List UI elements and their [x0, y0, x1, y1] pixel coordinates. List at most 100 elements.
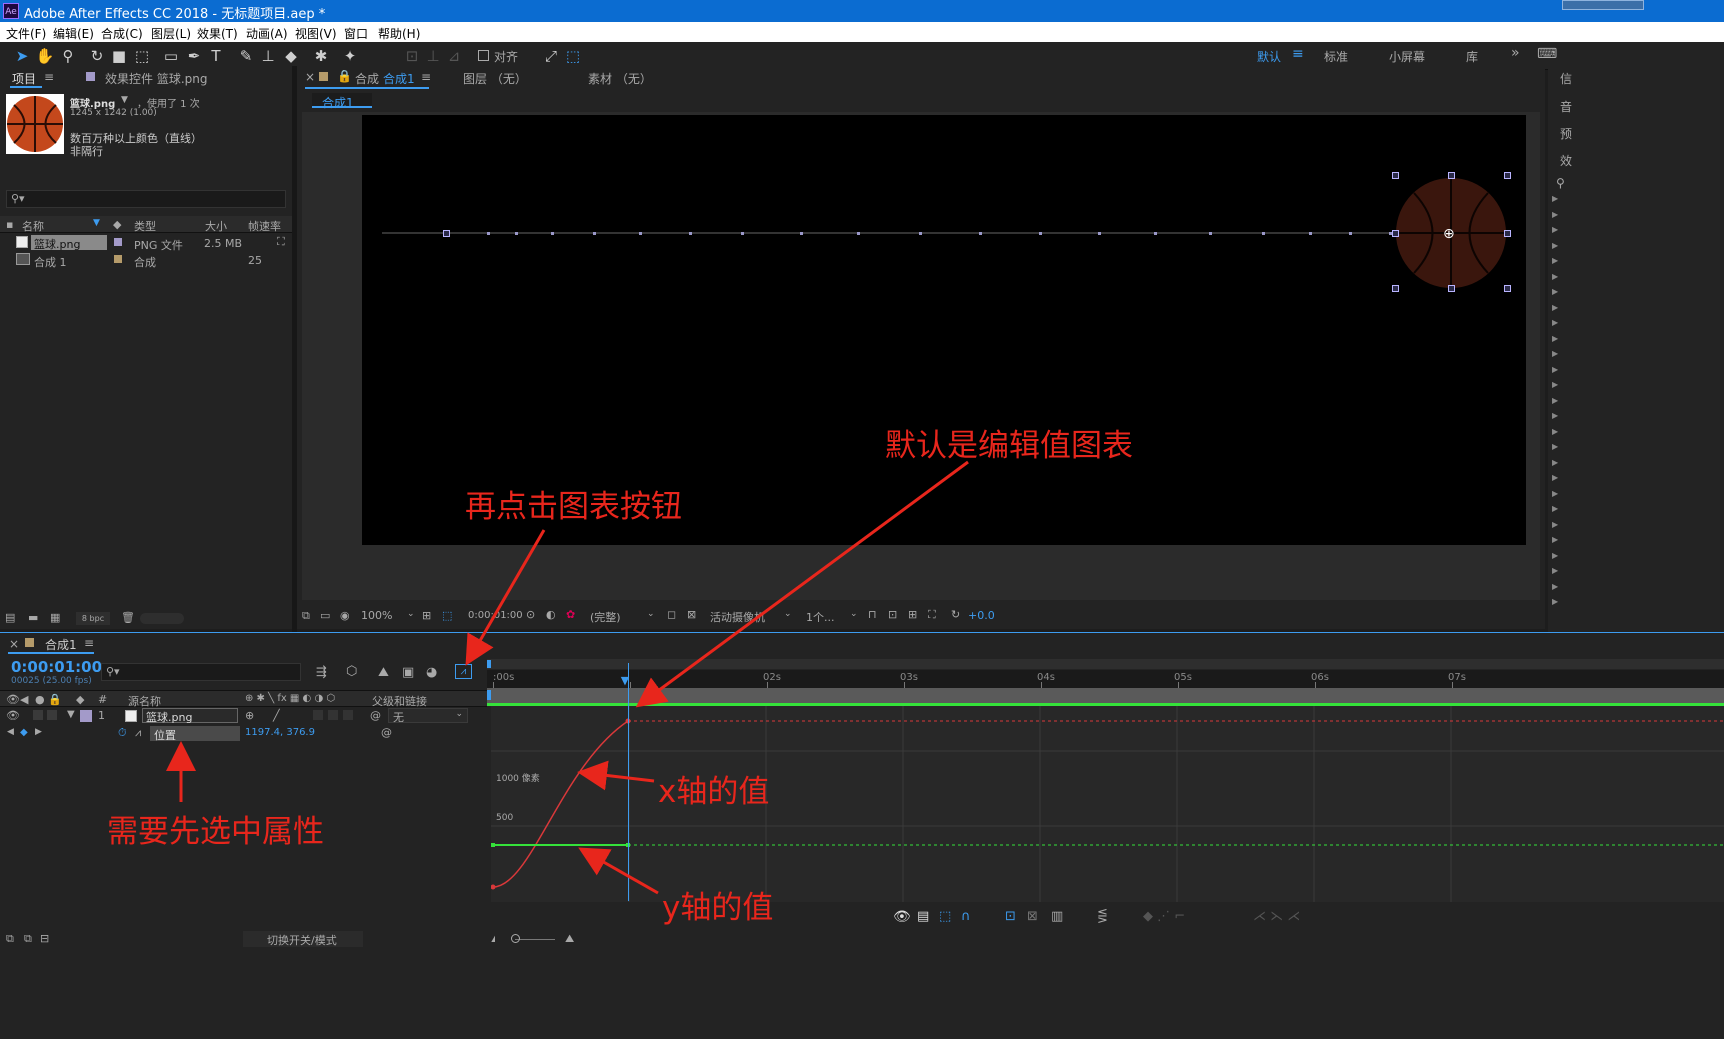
pen-tool-icon[interactable]: ✒	[184, 46, 204, 66]
views-value[interactable]: 1个...	[806, 609, 835, 625]
expand-transfer-icon[interactable]: ⊟	[40, 932, 49, 945]
world-axis-icon[interactable]: ⊥	[423, 46, 443, 66]
reset-exposure-icon[interactable]: ↻	[951, 608, 960, 621]
show-transform-box-icon[interactable]: ⬚	[939, 909, 951, 924]
selection-tool-icon[interactable]: ➤	[12, 46, 32, 66]
composition-tab-name[interactable]: 合成1	[383, 70, 415, 87]
draft-3d-icon[interactable]: ⬡	[346, 664, 357, 679]
shy-layers-icon[interactable]: ⛰	[378, 665, 389, 680]
effects-category-expand-icon[interactable]: ▶	[1552, 535, 1558, 544]
effects-category-expand-icon[interactable]: ▶	[1552, 380, 1558, 389]
snap-target-icon[interactable]: ⬚	[563, 46, 583, 66]
resolution-value[interactable]: (完整)	[590, 609, 621, 625]
effects-category-expand-icon[interactable]: ▶	[1552, 256, 1558, 265]
add-keyframe-icon[interactable]: ◆	[20, 727, 28, 738]
safe-zones-icon[interactable]: ⊞	[422, 609, 431, 622]
region-of-interest-icon[interactable]: ⬚	[442, 609, 452, 622]
timeline-timecode[interactable]: 0:00:01:00	[11, 658, 102, 676]
close-timeline-icon[interactable]: ×	[9, 637, 19, 651]
effects-category-expand-icon[interactable]: ▶	[1552, 303, 1558, 312]
playhead-marker-icon[interactable]: ▼	[618, 675, 632, 686]
effects-category-expand-icon[interactable]: ▶	[1552, 504, 1558, 513]
show-properties-icon[interactable]: 👁	[893, 909, 911, 925]
search-help-icon[interactable]: ⌨	[1537, 46, 1557, 62]
fit-selection-icon[interactable]: ⊡	[1005, 909, 1016, 924]
property-row[interactable]: ◀ ◆ ▶ ⏱ ⩘ 位置 1197.4, 376.9 @	[0, 725, 487, 743]
effects-controls-tab[interactable]: 效果控件 篮球.png	[105, 70, 207, 87]
flowchart-icon[interactable]: ⛶	[277, 235, 285, 249]
effects-category-expand-icon[interactable]: ▶	[1552, 473, 1558, 482]
effects-category-expand-icon[interactable]: ▶	[1552, 225, 1558, 234]
asset-dropdown-icon[interactable]: ▼	[121, 95, 128, 105]
effects-category-expand-icon[interactable]: ▶	[1552, 582, 1558, 591]
comp-mini-flowchart-icon[interactable]: ⇶	[316, 665, 327, 680]
column-type[interactable]: 类型	[134, 218, 156, 234]
menu-edit[interactable]: 编辑(E)	[53, 25, 94, 42]
composition-menu-icon[interactable]: ≡	[421, 70, 431, 84]
effects-tab[interactable]: 效	[1560, 152, 1572, 169]
effects-category-expand-icon[interactable]: ▶	[1552, 411, 1558, 420]
effects-category-expand-icon[interactable]: ▶	[1552, 551, 1558, 560]
menu-file[interactable]: 文件(F)	[6, 25, 46, 42]
effects-category-expand-icon[interactable]: ▶	[1552, 349, 1558, 358]
frame-blending-icon[interactable]: ▣	[402, 665, 414, 680]
column-size[interactable]: 大小	[205, 218, 227, 234]
project-menu-icon[interactable]: ≡	[44, 70, 54, 84]
effects-category-expand-icon[interactable]: ▶	[1552, 287, 1558, 296]
layer-handle-right[interactable]	[1504, 230, 1511, 237]
eraser-tool-icon[interactable]: ◆	[281, 46, 301, 66]
workspace-overflow-icon[interactable]: »	[1511, 45, 1520, 61]
layer-handle-bottom-left[interactable]	[1392, 285, 1399, 292]
stopwatch-icon[interactable]: ⏱	[118, 726, 127, 740]
new-folder-icon[interactable]: ▬	[28, 611, 38, 624]
interpret-footage-icon[interactable]: ▤	[5, 611, 15, 624]
property-name[interactable]: 位置	[154, 727, 176, 743]
timeline-tab-label[interactable]: 合成1	[45, 636, 77, 653]
motion-path-start-keyframe[interactable]	[443, 230, 450, 237]
menu-help[interactable]: 帮助(H)	[378, 25, 420, 42]
menu-animation[interactable]: 动画(A)	[246, 25, 288, 42]
anchor-point-icon[interactable]: ⊕	[1443, 226, 1455, 242]
color-channels-icon[interactable]: ✿	[566, 608, 575, 621]
keyframe-interpolation-icons[interactable]: ◆ ⋰ ⌐	[1143, 909, 1185, 924]
preview-tab[interactable]: 预	[1560, 125, 1572, 142]
workspace-library[interactable]: 库	[1466, 48, 1478, 65]
exposure-value[interactable]: +0.0	[968, 609, 995, 622]
zoom-value[interactable]: 100%	[361, 609, 392, 622]
expand-switches-icon[interactable]: ⧉	[24, 932, 32, 946]
workspace-menu-icon[interactable]: ≡	[1292, 46, 1304, 62]
window-controls[interactable]	[1562, 0, 1644, 10]
clone-stamp-tool-icon[interactable]: ⊥	[258, 46, 278, 66]
layer-visibility-icon[interactable]: 👁	[6, 709, 20, 722]
project-item-row[interactable]: 合成 1 合成 25	[0, 251, 292, 269]
time-ruler[interactable]: :00s01s02s03s04s05s06s07s	[487, 670, 1724, 688]
layer-handle-left[interactable]	[1392, 230, 1399, 237]
graph-editor-button[interactable]: ⩘	[455, 664, 472, 679]
snapshot-icon[interactable]: ⊙	[526, 608, 535, 621]
timeline-zoom-slider[interactable]	[511, 934, 520, 943]
effects-category-expand-icon[interactable]: ▶	[1552, 210, 1558, 219]
fit-all-icon[interactable]: ⊠	[1027, 909, 1038, 924]
menu-window[interactable]: 窗口	[344, 25, 368, 42]
bpc-button[interactable]: 8 bpc	[76, 612, 110, 625]
composition-tab-label[interactable]: 合成	[355, 70, 379, 87]
snap-option-icon[interactable]: ⤢	[541, 46, 561, 66]
effects-category-expand-icon[interactable]: ▶	[1552, 458, 1558, 467]
separate-dimensions-icon[interactable]: ▥	[1051, 909, 1063, 924]
text-tool-icon[interactable]: T	[206, 46, 226, 66]
workspace-standard[interactable]: 标准	[1324, 48, 1348, 65]
roto-brush-tool-icon[interactable]: ✱	[311, 46, 331, 66]
effects-category-expand-icon[interactable]: ▶	[1552, 396, 1558, 405]
layer-handle-top[interactable]	[1448, 172, 1455, 179]
work-area-bar[interactable]	[487, 659, 1724, 669]
effects-category-expand-icon[interactable]: ▶	[1552, 566, 1558, 575]
effects-search-icon[interactable]: ⚲	[1556, 176, 1565, 190]
layer-handle-top-left[interactable]	[1392, 172, 1399, 179]
monitor-icon[interactable]: ▭	[320, 609, 330, 622]
layer-tab[interactable]: 图层 （无）	[463, 70, 527, 87]
layer-name[interactable]: 篮球.png	[146, 709, 192, 725]
pan-behind-tool-icon[interactable]: ⬚	[132, 46, 152, 66]
render-time-icon[interactable]: ⧉	[6, 932, 14, 946]
layer-bar-in-handle[interactable]	[487, 690, 491, 700]
current-time[interactable]: 0:00:01:00	[468, 610, 523, 621]
